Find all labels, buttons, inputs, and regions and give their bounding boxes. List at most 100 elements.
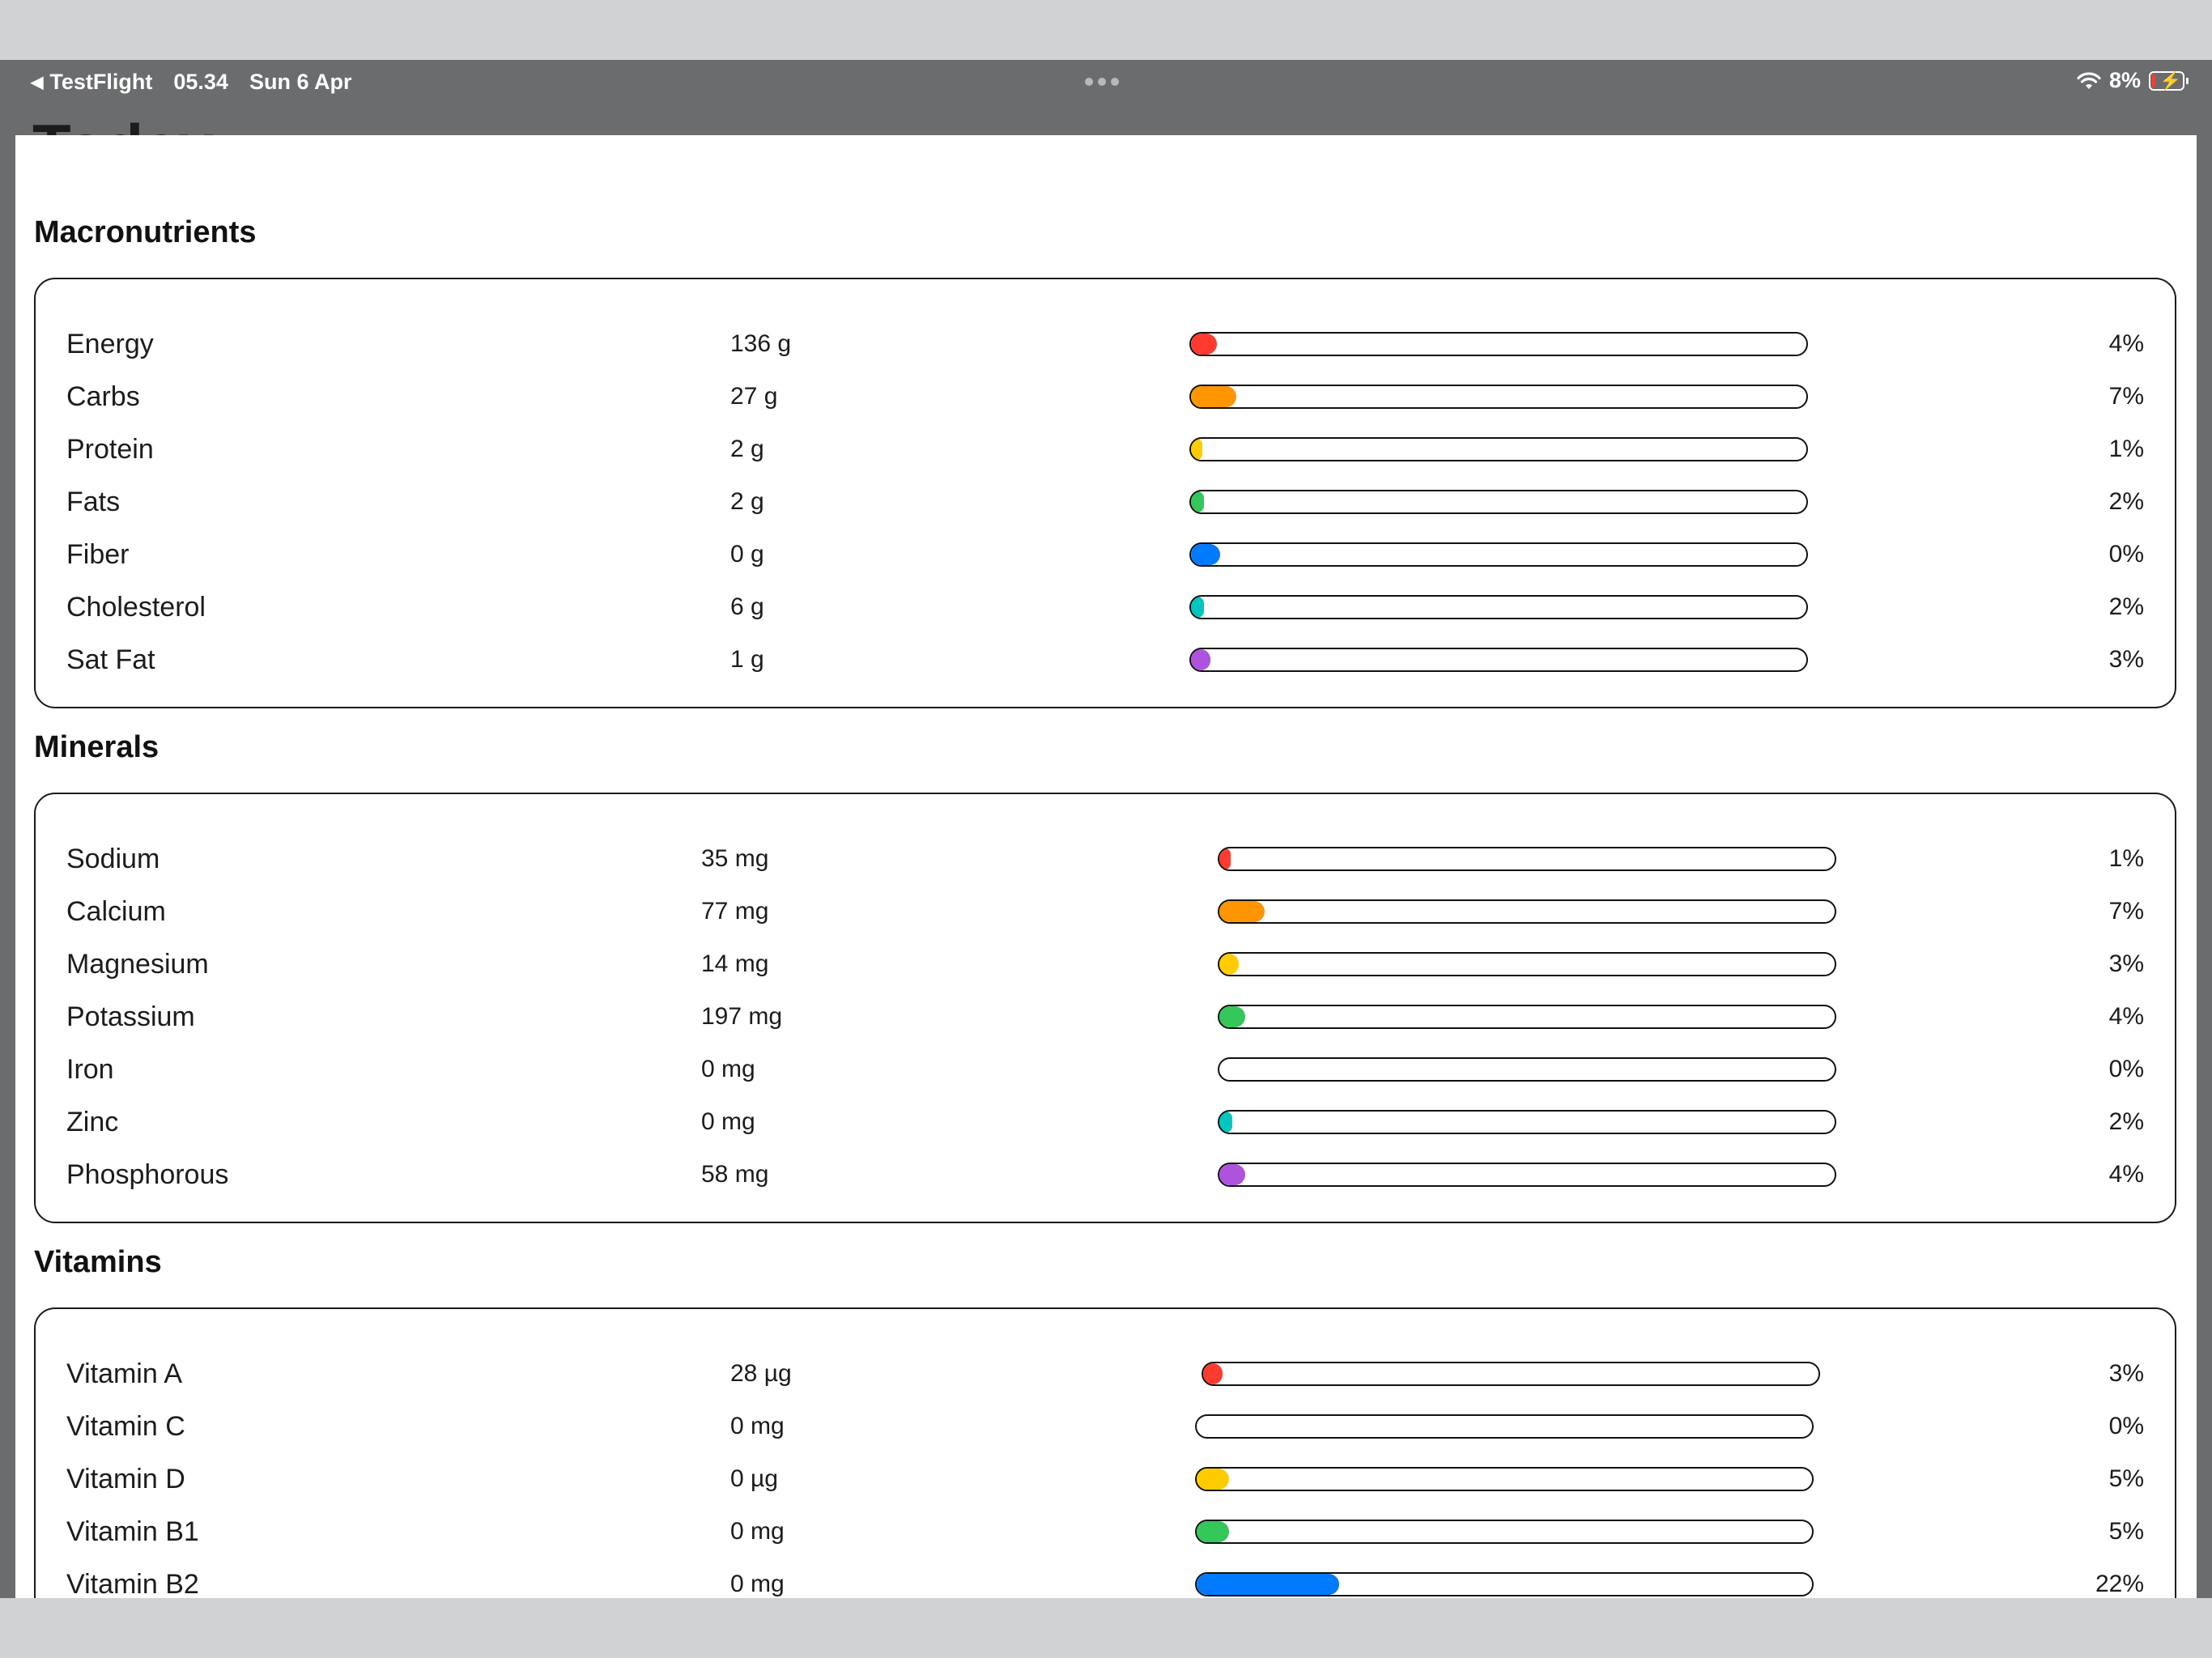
progress-fill xyxy=(1191,491,1205,512)
nutrient-percent: 3% xyxy=(2108,950,2144,977)
nutrient-row: Potassium 197 mg 4% xyxy=(36,993,2175,1042)
nutrient-row: Sodium 35 mg 1% xyxy=(36,835,2175,884)
progress-bar xyxy=(1195,1467,1814,1491)
nutrient-name: Zinc xyxy=(66,1107,119,1137)
nutrient-amount: 27 g xyxy=(730,383,778,410)
progress-fill xyxy=(1197,1574,1340,1595)
progress-fill xyxy=(1219,1006,1246,1027)
nutrient-amount: 58 mg xyxy=(701,1161,769,1188)
nutrient-amount: 35 mg xyxy=(701,845,769,872)
nutrient-percent: 7% xyxy=(2108,898,2144,925)
progress-bar xyxy=(1218,952,1836,976)
back-to-app-link[interactable]: TestFlight xyxy=(49,70,152,95)
progress-bar xyxy=(1189,648,1808,672)
nutrient-name: Magnesium xyxy=(66,949,209,980)
section-title: Minerals xyxy=(34,730,160,764)
nutrient-card: Sodium 35 mg 1% Calcium 77 mg 7% Magnesium 14 m… xyxy=(34,793,2176,1223)
nutrient-row: Vitamin D 0 µg 5% xyxy=(36,1456,2175,1504)
nutrient-amount: 0 g xyxy=(730,541,764,568)
device-screen: ◀ TestFlight 05.34 Sun 6 Apr 8% ⚡ Today … xyxy=(0,60,2212,1598)
nutrient-percent: 4% xyxy=(2108,1161,2144,1188)
nutrient-row: Protein 2 g 1% xyxy=(36,426,2175,474)
nutrient-name: Vitamin D xyxy=(66,1464,185,1494)
nutrient-name: Vitamin A xyxy=(66,1358,183,1389)
nutrient-row: Vitamin C 0 mg 0% xyxy=(36,1403,2175,1452)
nutrient-percent: 4% xyxy=(2108,330,2144,357)
nutrient-row: Fiber 0 g 0% xyxy=(36,531,2175,580)
nutrition-detail-sheet: Macronutrients Energy 136 g 4% Carbs 27 g 7% Pr… xyxy=(15,135,2197,1598)
battery-charging-icon: ⚡ xyxy=(2149,70,2189,91)
nutrient-name: Vitamin C xyxy=(66,1411,185,1442)
status-bar: ◀ TestFlight 05.34 Sun 6 Apr 8% ⚡ xyxy=(0,60,2212,105)
nutrient-name: Potassium xyxy=(66,1001,195,1032)
nutrient-percent: 3% xyxy=(2108,1360,2144,1387)
nutrient-row: Energy 136 g 4% xyxy=(36,321,2175,369)
nutrient-row: Fats 2 g 2% xyxy=(36,478,2175,527)
nutrient-name: Iron xyxy=(66,1054,114,1085)
nutrient-amount: 0 mg xyxy=(730,1571,785,1597)
status-date: Sun 6 Apr xyxy=(249,70,352,94)
nutrient-amount: 14 mg xyxy=(701,950,769,977)
nutrient-card: Energy 136 g 4% Carbs 27 g 7% Protein 2 g 1% Fats… xyxy=(34,278,2176,708)
progress-fill xyxy=(1203,1363,1223,1384)
nutrient-row: Vitamin B2 0 mg 22% xyxy=(36,1561,2175,1598)
nutrient-row: Vitamin B1 0 mg 5% xyxy=(36,1508,2175,1557)
nutrient-name: Energy xyxy=(66,329,154,359)
nutrient-amount: 2 g xyxy=(730,488,764,515)
nutrient-amount: 136 g xyxy=(730,330,792,357)
progress-bar xyxy=(1202,1362,1820,1386)
progress-fill xyxy=(1219,1112,1233,1133)
progress-fill xyxy=(1191,597,1205,618)
progress-fill xyxy=(1191,649,1211,670)
progress-fill xyxy=(1191,439,1202,460)
nutrient-percent: 5% xyxy=(2108,1465,2144,1492)
section-title: Macronutrients xyxy=(34,215,257,249)
progress-bar xyxy=(1189,332,1808,356)
battery-percentage: 8% xyxy=(2108,68,2141,92)
progress-fill xyxy=(1219,901,1266,922)
nutrient-name: Fats xyxy=(66,487,121,517)
progress-bar xyxy=(1195,1572,1814,1596)
nutrient-name: Phosphorous xyxy=(66,1159,229,1190)
nutrient-row: Carbs 27 g 7% xyxy=(36,373,2175,422)
nutrient-percent: 4% xyxy=(2108,1003,2144,1030)
nutrient-amount: 6 g xyxy=(730,593,764,620)
back-arrow-icon[interactable]: ◀ xyxy=(31,72,43,92)
nutrient-percent: 3% xyxy=(2108,646,2144,673)
nutrient-percent: 0% xyxy=(2108,541,2144,568)
nutrient-percent: 5% xyxy=(2108,1518,2144,1545)
nutrient-percent: 2% xyxy=(2108,1108,2144,1135)
nutrient-name: Vitamin B1 xyxy=(66,1516,199,1547)
nutrient-name: Carbs xyxy=(66,381,140,412)
nutrient-amount: 0 mg xyxy=(701,1056,755,1082)
multitasking-dots-icon[interactable] xyxy=(1085,78,1119,86)
progress-bar xyxy=(1189,490,1808,514)
nutrient-row: Magnesium 14 mg 3% xyxy=(36,941,2175,989)
nutrient-amount: 197 mg xyxy=(701,1003,783,1030)
nutrient-name: Vitamin B2 xyxy=(66,1569,199,1598)
progress-fill xyxy=(1191,386,1237,407)
nutrient-percent: 1% xyxy=(2108,436,2144,462)
progress-bar xyxy=(1189,542,1808,567)
section-title: Vitamins xyxy=(34,1245,162,1279)
nutrient-amount: 77 mg xyxy=(701,898,769,925)
nutrient-row: Vitamin A 28 µg 3% xyxy=(36,1350,2175,1399)
progress-bar xyxy=(1189,437,1808,461)
nutrient-percent: 0% xyxy=(2108,1056,2144,1082)
nutrient-name: Fiber xyxy=(66,539,130,570)
nutrient-percent: 0% xyxy=(2108,1413,2144,1439)
nutrient-amount: 28 µg xyxy=(730,1360,792,1387)
nutrient-percent: 22% xyxy=(2095,1571,2144,1597)
progress-fill xyxy=(1197,1521,1230,1542)
nutrient-name: Protein xyxy=(66,434,154,465)
nutrient-amount: 2 g xyxy=(730,436,764,462)
nutrient-row: Zinc 0 mg 2% xyxy=(36,1099,2175,1147)
nutrient-row: Cholesterol 6 g 2% xyxy=(36,584,2175,632)
nutrient-name: Cholesterol xyxy=(66,592,206,623)
nutrient-percent: 1% xyxy=(2108,845,2144,872)
progress-bar xyxy=(1218,1163,1836,1187)
progress-bar xyxy=(1218,847,1836,871)
nutrient-percent: 2% xyxy=(2108,593,2144,620)
nutrient-percent: 2% xyxy=(2108,488,2144,515)
progress-bar xyxy=(1218,1005,1836,1029)
